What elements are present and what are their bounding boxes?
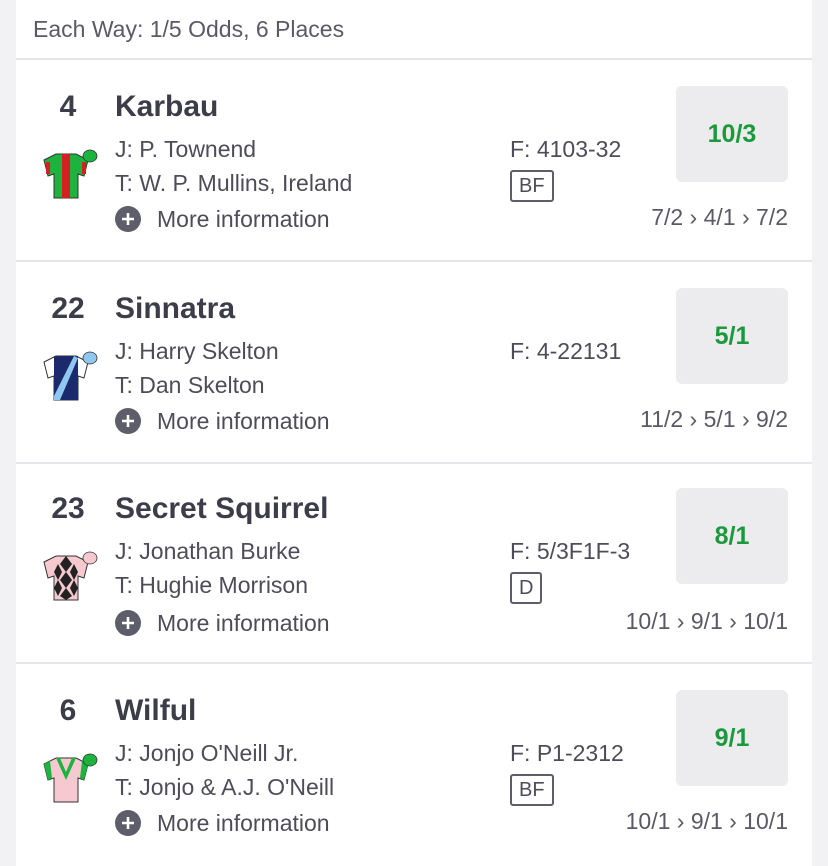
form-figures: F: 5/3F1F-3 [510, 538, 631, 564]
odds-button[interactable]: 8/1 [676, 488, 788, 584]
price-history: 7/2 › 4/1 › 7/2 [651, 204, 788, 230]
price-history: 11/2 › 5/1 › 9/2 [640, 406, 788, 432]
trainer-name: T: Jonjo & A.J. O'Neill [115, 774, 335, 800]
runner-number: 4 [59, 90, 77, 123]
runner-row: 4 Karbau J: P. Townend T: W. P. Mullins,… [16, 62, 812, 262]
more-information-label: More information [157, 609, 330, 636]
pink-green-chevron-silks-icon [43, 753, 98, 803]
green-red-stripe-silks-icon [43, 149, 98, 199]
jockey-name: J: P. Townend [115, 136, 257, 162]
runner-row: 6 Wilful J: Jonjo O'Neill Jr. T: Jonjo &… [16, 666, 812, 866]
runner-row: 22 Sinnatra J: Harry Skelton T: Dan Skel… [16, 264, 812, 464]
beaten-favourite-badge: BF [510, 170, 554, 202]
more-information-label: More information [157, 809, 330, 836]
trainer-name: T: Dan Skelton [115, 372, 265, 398]
trainer-name: T: Hughie Morrison [115, 572, 309, 598]
plus-icon [115, 408, 141, 434]
runner-name[interactable]: Wilful [115, 694, 196, 728]
racecard-panel: Each Way: 1/5 Odds, 6 Places 4 Karbau J:… [16, 0, 812, 866]
form-figures: F: P1-2312 [510, 740, 624, 766]
form-figures: F: 4103-32 [510, 136, 622, 162]
each-way-terms: Each Way: 1/5 Odds, 6 Places [33, 16, 345, 42]
jockey-name: J: Jonjo O'Neill Jr. [115, 740, 299, 766]
plus-icon [115, 206, 141, 232]
odds-button[interactable]: 10/3 [676, 86, 788, 182]
more-information-link[interactable]: More information [115, 204, 330, 234]
runner-number: 22 [51, 292, 85, 325]
distance-winner-badge: D [510, 572, 543, 604]
jockey-name: J: Jonathan Burke [115, 538, 301, 564]
odds-button[interactable]: 9/1 [676, 690, 788, 786]
runner-name[interactable]: Karbau [115, 90, 218, 124]
plus-icon [115, 610, 141, 636]
each-way-header: Each Way: 1/5 Odds, 6 Places [16, 0, 812, 60]
odds-button[interactable]: 5/1 [676, 288, 788, 384]
form-figures: F: 4-22131 [510, 338, 622, 364]
runner-name[interactable]: Secret Squirrel [115, 492, 328, 526]
more-information-link[interactable]: More information [115, 406, 330, 436]
pink-black-diamonds-silks-icon [43, 551, 98, 601]
runner-row: 23 Secret Squirrel J: Jonathan Burke T: … [16, 464, 812, 664]
jockey-name: J: Harry Skelton [115, 338, 279, 364]
runner-name[interactable]: Sinnatra [115, 292, 235, 326]
beaten-favourite-badge: BF [510, 774, 554, 806]
runner-number: 6 [59, 694, 77, 727]
navy-white-sash-silks-icon [43, 351, 98, 401]
more-information-link[interactable]: More information [115, 808, 330, 838]
more-information-link[interactable]: More information [115, 608, 330, 638]
plus-icon [115, 810, 141, 836]
runner-number: 23 [51, 492, 85, 525]
price-history: 10/1 › 9/1 › 10/1 [625, 608, 788, 634]
price-history: 10/1 › 9/1 › 10/1 [625, 808, 788, 834]
trainer-name: T: W. P. Mullins, Ireland [115, 170, 353, 196]
more-information-label: More information [157, 205, 330, 232]
more-information-label: More information [157, 407, 330, 434]
